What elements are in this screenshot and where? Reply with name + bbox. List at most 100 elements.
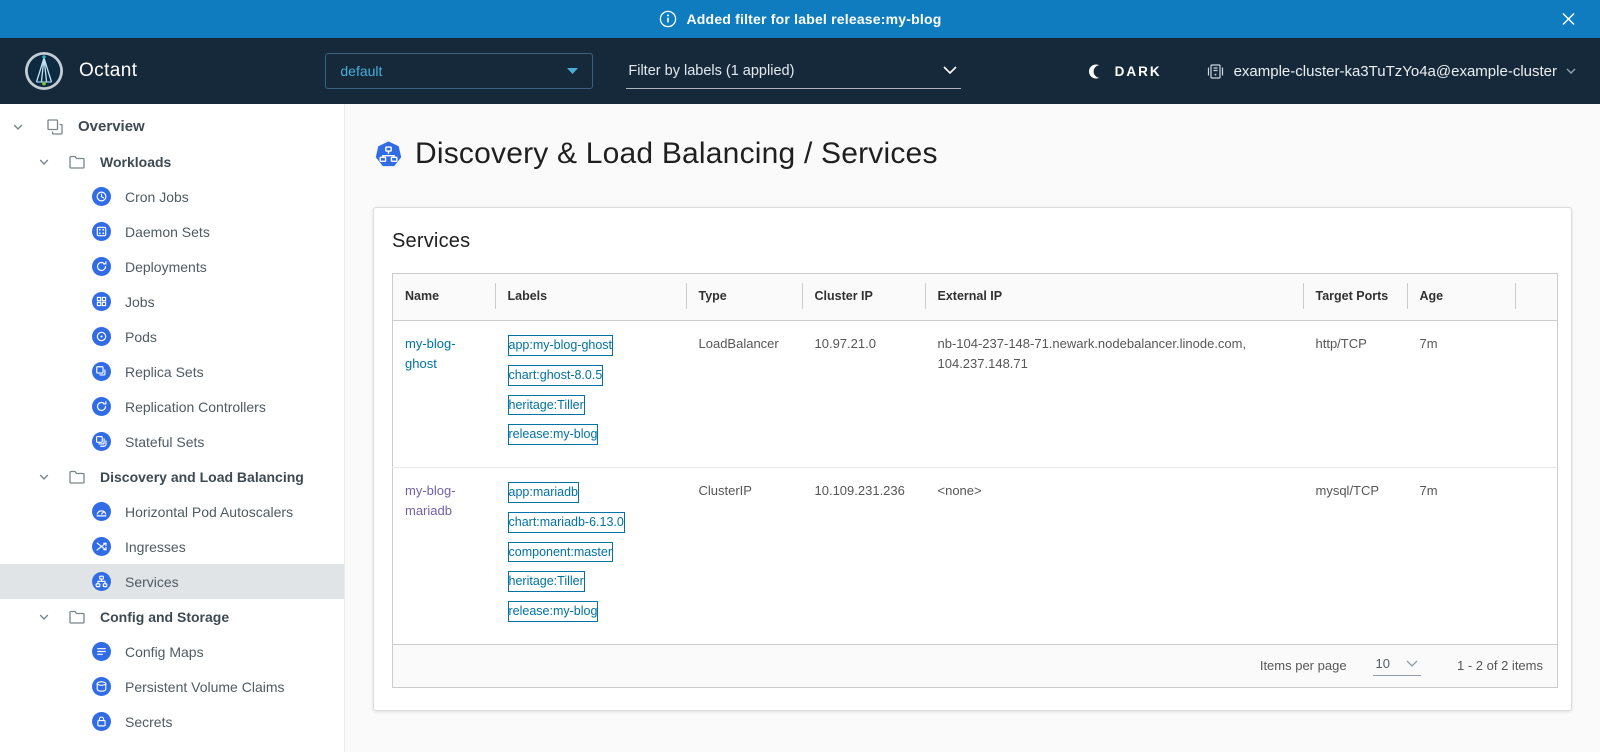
caret-down-icon[interactable] bbox=[36, 471, 52, 483]
service-name-link[interactable]: my-blog-ghost bbox=[405, 336, 456, 371]
persistent-volume-claims-icon bbox=[92, 677, 111, 696]
caret-down-icon[interactable] bbox=[36, 156, 52, 168]
cell-external-ip: <none> bbox=[926, 468, 1304, 645]
label-pill[interactable]: component:master bbox=[508, 542, 614, 563]
main-content: Discovery & Load Balancing / Services Se… bbox=[345, 104, 1600, 752]
alert-text: Added filter for label release:my-blog bbox=[687, 11, 942, 27]
label-pill[interactable]: heritage:Tiller bbox=[508, 395, 585, 416]
cell-name: my-blog-ghost bbox=[393, 321, 496, 468]
sidebar-item-daemon-sets[interactable]: Daemon Sets bbox=[0, 214, 344, 249]
sidebar-item-label: Services bbox=[125, 574, 179, 590]
namespace-value: default bbox=[340, 63, 382, 79]
label-pill[interactable]: chart:mariadb-6.13.0 bbox=[508, 512, 625, 533]
sidebar-item-label: Replica Sets bbox=[125, 364, 204, 380]
table-footer: Items per page 10 1 - 2 of 2 items bbox=[393, 644, 1558, 687]
table-body: my-blog-ghost app:my-blog-ghost chart:ghos… bbox=[393, 321, 1558, 645]
sidebar-item-label: Overview bbox=[78, 118, 145, 135]
sidebar-item-services[interactable]: Services bbox=[0, 564, 344, 599]
caret-down-icon bbox=[567, 68, 578, 74]
cell-cluster-ip: 10.109.231.236 bbox=[803, 468, 926, 645]
table-row: my-blog-mariadb app:mariadb chart:mariadb-… bbox=[393, 468, 1558, 645]
cell-cluster-ip: 10.97.21.0 bbox=[803, 321, 926, 468]
cell-filler bbox=[1516, 321, 1558, 468]
horizontal-pod-autoscalers-icon bbox=[92, 502, 111, 521]
sidebar-item-horizontal-pod-autoscalers[interactable]: Horizontal Pod Autoscalers bbox=[0, 494, 344, 529]
jobs-icon bbox=[92, 292, 111, 311]
theme-toggle-label: DARK bbox=[1115, 64, 1162, 79]
services-icon bbox=[92, 572, 111, 591]
sidebar-item-label: Horizontal Pod Autoscalers bbox=[125, 504, 293, 520]
sidebar-nav: Overview Workloads Cron JobsDaemon SetsDep… bbox=[0, 104, 345, 752]
namespace-select[interactable]: default bbox=[325, 53, 593, 89]
sidebar-item-config-maps[interactable]: Config Maps bbox=[0, 634, 344, 669]
sidebar-item-label: Config and Storage bbox=[100, 609, 229, 625]
caret-down-icon[interactable] bbox=[10, 121, 26, 133]
replica-sets-icon bbox=[92, 362, 111, 381]
label-filter-select[interactable]: Filter by labels (1 applied) bbox=[626, 53, 961, 89]
theme-toggle-button[interactable]: DARK bbox=[1088, 63, 1162, 80]
deployments-icon bbox=[92, 257, 111, 276]
moon-icon bbox=[1088, 63, 1105, 80]
label-pill[interactable]: release:my-blog bbox=[508, 424, 599, 445]
column-header-name: Name bbox=[393, 274, 496, 321]
sidebar-item-stateful-sets[interactable]: Stateful Sets bbox=[0, 424, 344, 459]
sidebar-item-label: Persistent Volume Claims bbox=[125, 679, 285, 695]
label-pill[interactable]: release:my-blog bbox=[508, 601, 599, 622]
app-header: Octant default Filter by labels (1 appli… bbox=[0, 38, 1600, 104]
config-maps-icon bbox=[92, 642, 111, 661]
cell-age: 7m bbox=[1408, 321, 1516, 468]
page-title-block: Discovery & Load Balancing / Services bbox=[375, 137, 1600, 171]
sidebar-item-label: Replication Controllers bbox=[125, 399, 266, 415]
folder-icon bbox=[68, 468, 86, 486]
sidebar-item-pods[interactable]: Pods bbox=[0, 319, 344, 354]
sidebar-item-jobs[interactable]: Jobs bbox=[0, 284, 344, 319]
service-name-link[interactable]: my-blog-mariadb bbox=[405, 483, 456, 518]
sidebar-item-label: Secrets bbox=[125, 714, 172, 730]
close-icon[interactable] bbox=[1557, 8, 1580, 31]
label-pill[interactable]: heritage:Tiller bbox=[508, 571, 585, 592]
folder-icon bbox=[68, 153, 86, 171]
caret-down-icon[interactable] bbox=[36, 611, 52, 623]
sidebar-item-overview[interactable]: Overview bbox=[0, 109, 344, 144]
sidebar-item-config-and-storage[interactable]: Config and Storage bbox=[0, 599, 344, 634]
table-row: my-blog-ghost app:my-blog-ghost chart:ghos… bbox=[393, 321, 1558, 468]
sidebar-item-cron-jobs[interactable]: Cron Jobs bbox=[0, 179, 344, 214]
cell-type: LoadBalancer bbox=[687, 321, 803, 468]
cron-jobs-icon bbox=[92, 187, 111, 206]
sidebar-item-secrets[interactable]: Secrets bbox=[0, 704, 344, 739]
column-header-age: Age bbox=[1408, 274, 1516, 321]
label-pill[interactable]: app:mariadb bbox=[508, 482, 580, 503]
sidebar-item-persistent-volume-claims[interactable]: Persistent Volume Claims bbox=[0, 669, 344, 704]
chevron-down-icon bbox=[943, 66, 957, 75]
sidebar-item-workloads[interactable]: Workloads bbox=[0, 144, 344, 179]
column-header-cluster-ip: Cluster IP bbox=[803, 274, 926, 321]
sidebar-item-label: Config Maps bbox=[125, 644, 204, 660]
folder-icon bbox=[68, 608, 86, 626]
table-header-row: NameLabelsTypeCluster IPExternal IPTarge… bbox=[393, 274, 1558, 321]
app-alert-banner: Added filter for label release:my-blog bbox=[0, 0, 1600, 38]
cell-labels: app:mariadb chart:mariadb-6.13.0 component… bbox=[496, 468, 687, 645]
ingresses-icon bbox=[92, 537, 111, 556]
label-filter-text: Filter by labels (1 applied) bbox=[628, 63, 794, 79]
secrets-icon bbox=[92, 712, 111, 731]
services-table: NameLabelsTypeCluster IPExternal IPTarge… bbox=[392, 273, 1558, 688]
app-logo[interactable]: Octant bbox=[24, 51, 137, 91]
octant-logo-icon bbox=[24, 51, 64, 91]
chevron-down-icon bbox=[1406, 660, 1418, 667]
sidebar-item-ingresses[interactable]: Ingresses bbox=[0, 529, 344, 564]
sidebar-item-label: Workloads bbox=[100, 154, 171, 170]
sidebar-item-label: Pods bbox=[125, 329, 157, 345]
sidebar-item-replication-controllers[interactable]: Replication Controllers bbox=[0, 389, 344, 424]
sidebar-item-replica-sets[interactable]: Replica Sets bbox=[0, 354, 344, 389]
label-pill[interactable]: app:my-blog-ghost bbox=[508, 335, 614, 356]
cluster-selector[interactable]: example-cluster-ka3TuTzYo4a@example-clus… bbox=[1206, 62, 1576, 81]
app-name: Octant bbox=[79, 60, 137, 82]
sidebar-item-label: Stateful Sets bbox=[125, 434, 204, 450]
applications-icon bbox=[46, 118, 64, 136]
sidebar-item-deployments[interactable]: Deployments bbox=[0, 249, 344, 284]
column-header-external-ip: External IP bbox=[926, 274, 1304, 321]
label-pill[interactable]: chart:ghost-8.0.5 bbox=[508, 365, 604, 386]
page-size-select[interactable]: 10 bbox=[1373, 656, 1421, 676]
sidebar-item-discovery-and-load-balancing[interactable]: Discovery and Load Balancing bbox=[0, 459, 344, 494]
column-header-filler bbox=[1516, 274, 1558, 321]
